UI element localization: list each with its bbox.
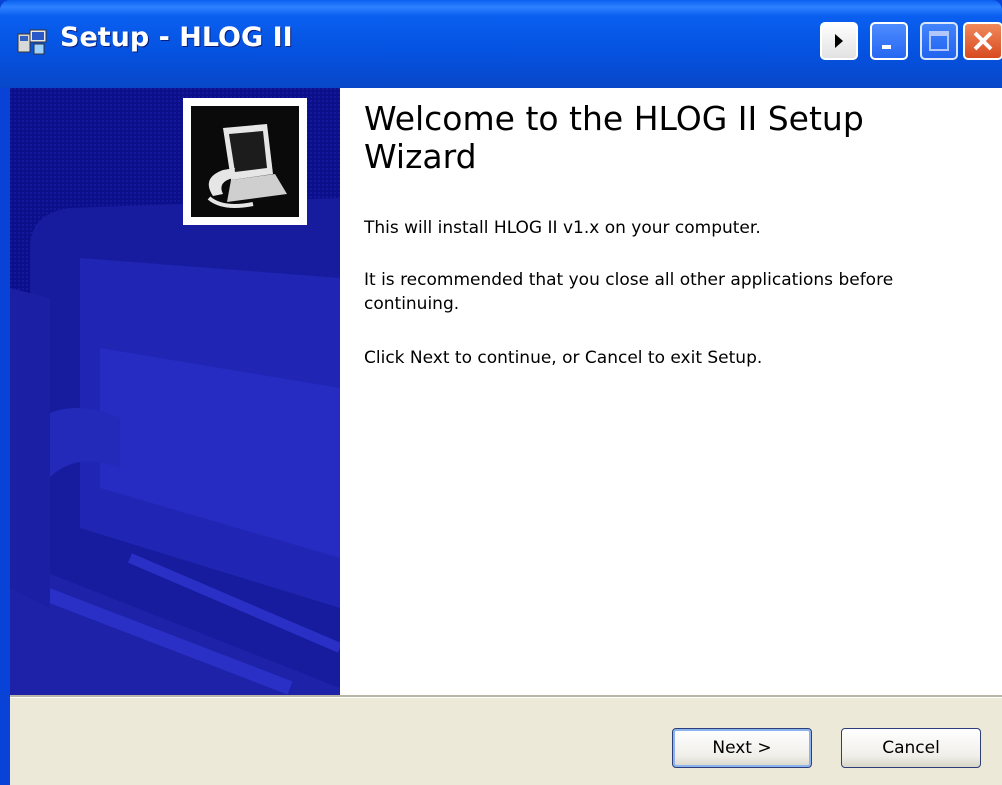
wizard-client-area: Welcome to the HLOG II Setup Wizard This… bbox=[10, 88, 1002, 785]
maximize-button[interactable] bbox=[920, 22, 958, 60]
maximize-icon bbox=[929, 31, 949, 51]
title-arrow-button[interactable] bbox=[820, 22, 858, 60]
install-description: This will install HLOG II v1.x on your c… bbox=[364, 218, 761, 238]
arrow-right-icon bbox=[835, 34, 843, 48]
cancel-button[interactable]: Cancel bbox=[841, 728, 981, 768]
continue-instructions: Click Next to continue, or Cancel to exi… bbox=[364, 348, 763, 368]
minimize-icon bbox=[882, 45, 891, 49]
window-title: Setup - HLOG II bbox=[60, 22, 293, 53]
setup-window: Setup - HLOG II Welcome to the HLOG II S… bbox=[0, 0, 1002, 785]
page-title: Welcome to the HLOG II Setup Wizard bbox=[364, 99, 864, 176]
title-bar[interactable]: Setup - HLOG II bbox=[0, 0, 1002, 88]
banner-icon-frame bbox=[183, 98, 307, 225]
button-area-divider bbox=[10, 695, 1002, 698]
minimize-button[interactable] bbox=[870, 22, 908, 60]
setup-app-icon bbox=[17, 29, 47, 55]
next-button[interactable]: Next > bbox=[672, 728, 812, 768]
close-apps-notice: It is recommended that you close all oth… bbox=[364, 270, 894, 314]
wizard-content: Welcome to the HLOG II Setup Wizard This… bbox=[340, 88, 1002, 695]
wizard-banner bbox=[10, 88, 340, 695]
close-icon bbox=[973, 31, 993, 51]
close-button[interactable] bbox=[963, 22, 1002, 60]
computer-install-icon bbox=[191, 106, 299, 217]
